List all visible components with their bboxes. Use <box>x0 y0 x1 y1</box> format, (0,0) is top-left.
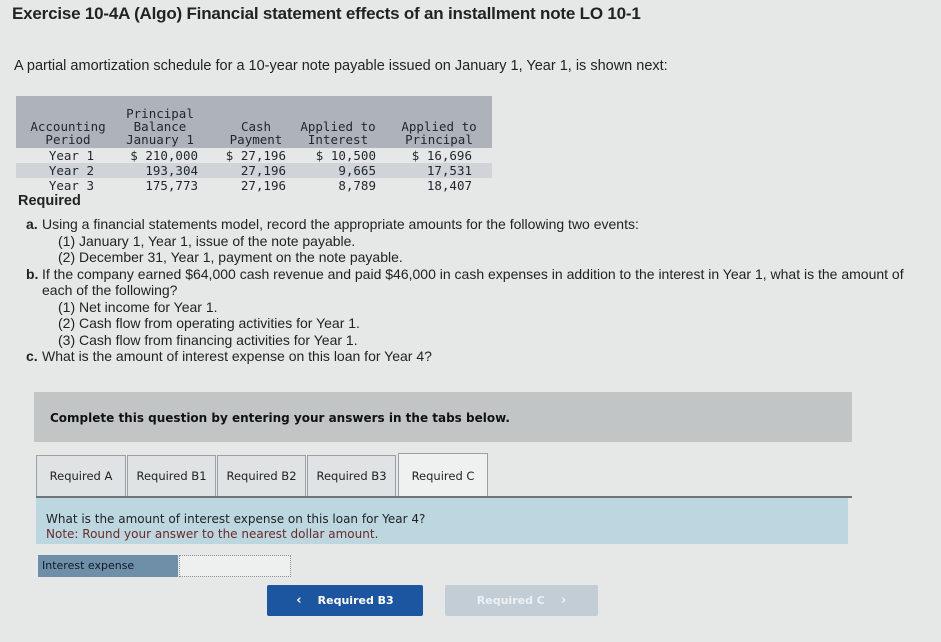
requirement-letter: b. <box>26 265 39 282</box>
prev-required-b3-button[interactable]: ‹ Required B3 <box>267 585 423 616</box>
cell-period: Year 2 <box>48 163 94 178</box>
header-principal-balance: Principal Balance January 1 <box>126 106 194 147</box>
requirement-sub: (2) December 31, Year 1, payment on the … <box>58 249 403 265</box>
question-panel: What is the amount of interest expense o… <box>36 498 848 544</box>
interest-expense-input[interactable] <box>179 555 291 577</box>
cell-principal: 18,407 <box>426 178 472 193</box>
tab-required-b2[interactable]: Required B2 <box>217 455 306 497</box>
tab-required-b1[interactable]: Required B1 <box>127 455 216 497</box>
cell-cash-payment: 27,196 <box>240 178 286 193</box>
cell-cash-payment: 27,196 <box>240 163 286 178</box>
cell-interest: $ 10,500 <box>315 148 376 163</box>
requirement-sub: (1) Net income for Year 1. <box>58 298 218 315</box>
requirement-sub: (2) Cash flow from operating activities … <box>58 315 360 331</box>
header-cash-payment: Cash Payment <box>229 119 283 147</box>
next-button-label: Required C <box>476 594 545 607</box>
intro-text: A partial amortization schedule for a 10… <box>14 58 668 74</box>
prev-button-label: Required B3 <box>317 594 394 607</box>
tab-required-a[interactable]: Required A <box>36 455 126 497</box>
instructions-bar: Complete this question by entering your … <box>34 392 852 442</box>
cell-principal-balance: $ 210,000 <box>130 148 198 163</box>
requirement-letter: c. <box>26 348 38 364</box>
table-header: Accounting Period Principal Balance Janu… <box>16 96 492 148</box>
cell-principal-balance: 175,773 <box>145 178 198 193</box>
next-required-c-button[interactable]: Required C › <box>445 585 598 616</box>
tab-required-c[interactable]: Required C <box>398 453 488 497</box>
requirements-list: a. Using a financial statements model, r… <box>26 216 926 365</box>
answer-row: Interest expense <box>38 555 292 577</box>
requirement-sub: (3) Cash flow from financing activities … <box>58 331 358 348</box>
panel-question: What is the amount of interest expense o… <box>46 512 426 526</box>
table-row: Year 3 175,773 27,196 8,789 18,407 <box>16 178 492 193</box>
requirement-c: c. What is the amount of interest expens… <box>26 348 926 365</box>
cell-period: Year 1 <box>48 148 94 163</box>
cell-period: Year 3 <box>48 178 94 193</box>
requirement-b: b. If the company earned $64,000 cash re… <box>26 266 926 349</box>
tab-required-b3[interactable]: Required B3 <box>307 455 396 497</box>
requirement-letter: a. <box>26 216 38 232</box>
requirement-text: What is the amount of interest expense o… <box>42 348 432 364</box>
cell-cash-payment: $ 27,196 <box>225 148 286 163</box>
chevron-left-icon: ‹ <box>296 593 302 608</box>
cell-principal-balance: 193,304 <box>145 163 198 178</box>
requirement-text: If the company earned $64,000 cash reven… <box>42 265 904 299</box>
amortization-table: Accounting Period Principal Balance Janu… <box>16 96 492 193</box>
panel-note: Note: Round your answer to the nearest d… <box>46 527 379 541</box>
required-heading: Required <box>18 193 81 209</box>
requirement-text: Using a financial statements model, reco… <box>42 216 639 232</box>
requirement-a: a. Using a financial statements model, r… <box>26 216 926 266</box>
interest-expense-label: Interest expense <box>38 555 178 577</box>
requirement-sub: (1) January 1, Year 1, issue of the note… <box>58 232 356 249</box>
chevron-right-icon: › <box>560 593 567 608</box>
cell-interest: 8,789 <box>338 178 376 193</box>
table-row: Year 2 193,304 27,196 9,665 17,531 <box>16 163 492 178</box>
cell-principal: 17,531 <box>426 163 472 178</box>
header-applied-principal: Applied to Principal <box>401 119 477 147</box>
header-accounting-period: Accounting Period <box>30 119 106 147</box>
header-applied-interest: Applied to Interest <box>300 119 376 147</box>
exercise-title: Exercise 10-4A (Algo) Financial statemen… <box>12 4 641 23</box>
cell-principal: $ 16,696 <box>411 148 472 163</box>
table-row: Year 1 $ 210,000 $ 27,196 $ 10,500 $ 16,… <box>16 148 492 163</box>
cell-interest: 9,665 <box>338 163 376 178</box>
instructions-text: Complete this question by entering your … <box>50 411 510 425</box>
